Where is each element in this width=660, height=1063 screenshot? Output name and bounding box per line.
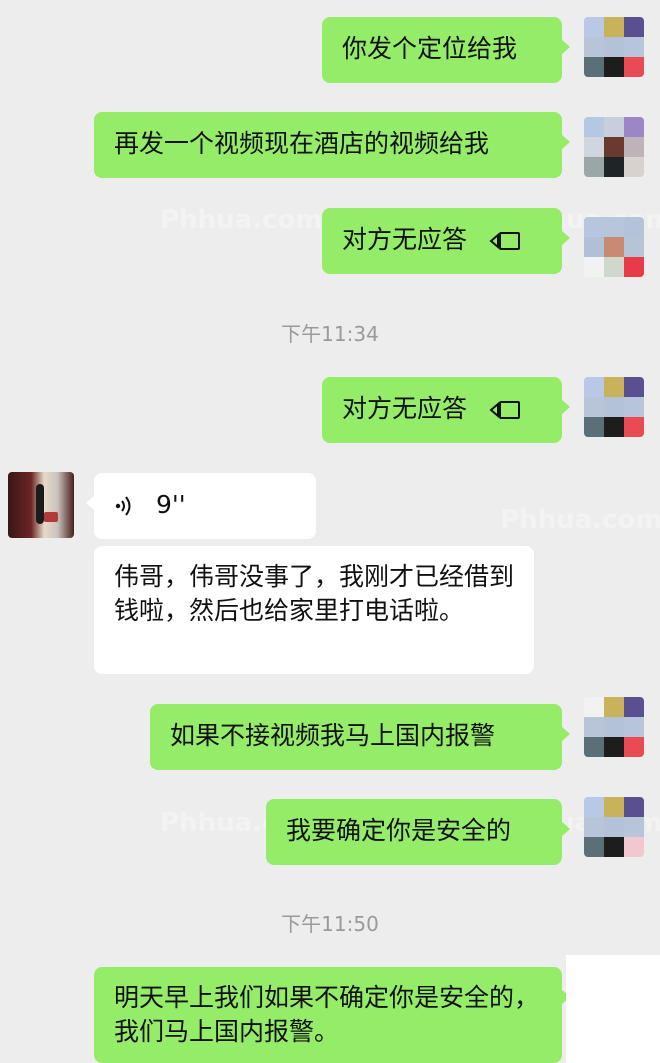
message-bubble-outgoing[interactable]: 明天早上我们如果不确定你是安全的，我们马上国内报警。 <box>94 967 570 1063</box>
avatar-figure <box>36 484 44 524</box>
watermark: Phhua.com <box>160 205 323 235</box>
message-text: 伟哥，伟哥没事了，我刚才已经借到钱啦，然后也给家里打电话啦。 <box>114 562 515 625</box>
message-text: 如果不接视频我马上国内报警 <box>170 721 496 750</box>
message-bubble-outgoing[interactable]: 你发个定位给我 <box>322 17 570 83</box>
watermark: Phhua.com <box>500 505 660 535</box>
voice-duration: 9'' <box>155 490 186 519</box>
video-call-icon <box>489 232 520 250</box>
message-text: 对方无应答 <box>342 394 468 423</box>
voice-message-bubble[interactable]: 9'' <box>86 473 316 539</box>
message-text: 我要确定你是安全的 <box>286 816 512 845</box>
avatar-obscured[interactable] <box>566 955 660 1063</box>
avatar[interactable] <box>584 217 644 277</box>
avatar[interactable] <box>584 17 644 77</box>
message-text: 明天早上我们如果不确定你是安全的，我们马上国内报警。 <box>114 983 540 1046</box>
message-text: 再发一个视频现在酒店的视频给我 <box>114 129 490 158</box>
avatar[interactable] <box>584 377 644 437</box>
avatar-figure-detail <box>44 512 58 522</box>
voice-wave-icon <box>115 496 131 516</box>
avatar[interactable] <box>584 697 644 757</box>
message-bubble-outgoing[interactable]: 我要确定你是安全的 <box>266 799 570 865</box>
avatar[interactable] <box>584 117 644 177</box>
message-bubble-outgoing[interactable]: 如果不接视频我马上国内报警 <box>150 704 570 770</box>
message-bubble-incoming[interactable]: 伟哥，伟哥没事了，我刚才已经借到钱啦，然后也给家里打电话啦。 <box>94 546 534 674</box>
message-text: 对方无应答 <box>342 225 468 254</box>
message-text: 你发个定位给我 <box>342 34 518 63</box>
message-bubble-outgoing[interactable]: 对方无应答 <box>322 208 570 274</box>
contact-avatar[interactable] <box>8 472 74 538</box>
timestamp: 下午11:34 <box>281 322 379 346</box>
message-bubble-outgoing[interactable]: 再发一个视频现在酒店的视频给我 <box>94 112 570 178</box>
timestamp: 下午11:50 <box>281 912 379 936</box>
avatar[interactable] <box>584 797 644 857</box>
message-bubble-outgoing[interactable]: 对方无应答 <box>322 377 570 443</box>
video-call-icon <box>489 401 520 419</box>
